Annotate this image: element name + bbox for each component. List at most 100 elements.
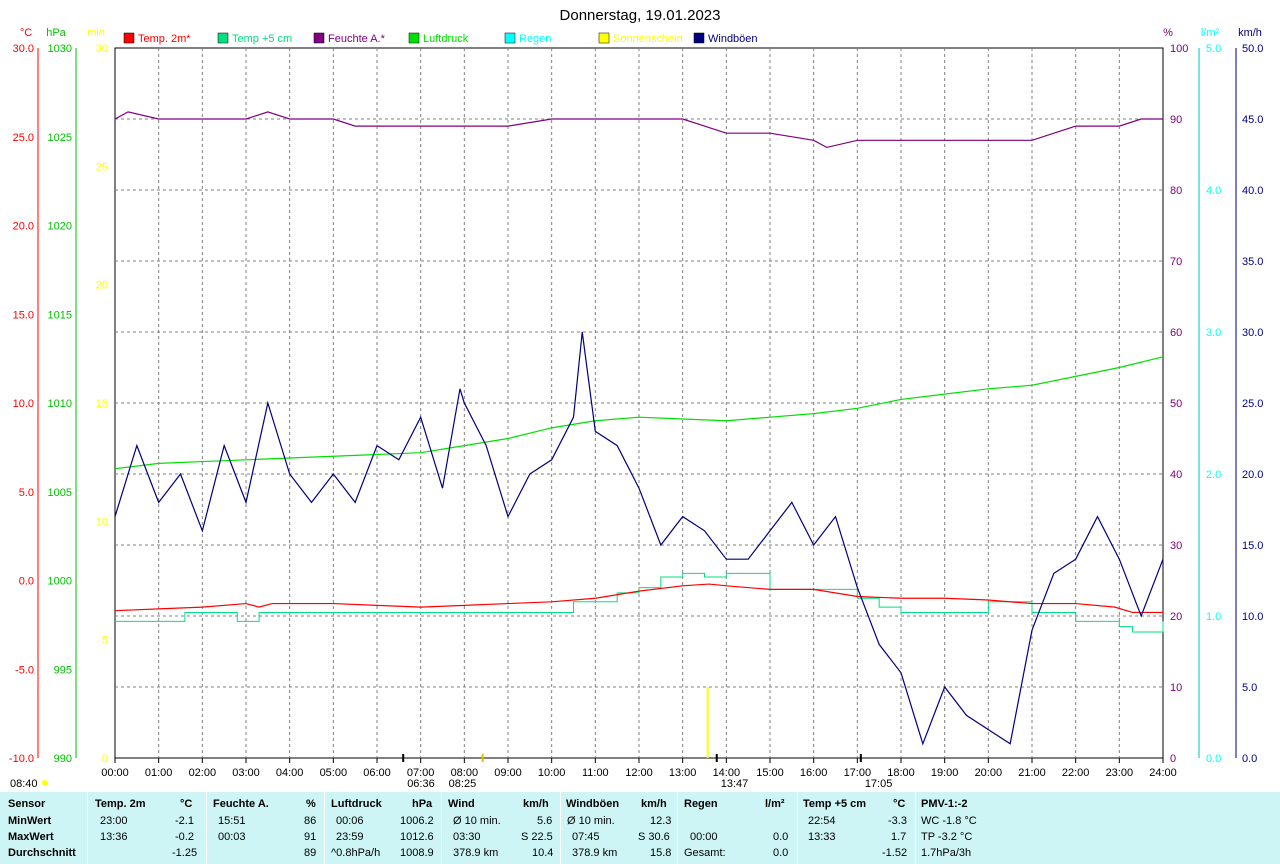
stats-cell: 22:54 [808, 815, 836, 827]
stats-header-t5: Temp +5 cm [803, 798, 867, 810]
stats-row-label: Durchschnitt [8, 847, 76, 859]
wind-tick-label: 30.0 [1242, 327, 1263, 339]
stats-cell: 91 [304, 831, 317, 843]
x-tick-label: 05:00 [320, 767, 348, 779]
legend-swatch [408, 32, 420, 44]
stats-cell: TP -3.2 °C [921, 831, 973, 843]
statistics-table: Sensor Temp. 2m °C Feuchte A. % Luftdruc… [0, 792, 1280, 864]
stats-cell: 12.3 [650, 815, 672, 827]
stats-header-pmv: PMV-1:-2 [921, 798, 968, 810]
stats-header-press-unit: hPa [412, 798, 433, 810]
stats-cell: 1008.9 [400, 847, 434, 859]
legend-swatch [598, 32, 610, 44]
stats-header-sensor: Sensor [8, 798, 46, 810]
rain-tick-label: 3.0 [1206, 327, 1221, 339]
x-tick-label: 09:00 [494, 767, 522, 779]
stats-cell: 23:00 [100, 815, 128, 827]
humidity-tick-label: 80 [1170, 185, 1182, 197]
x-tick-label: 06:00 [363, 767, 391, 779]
temp-tick-label: 5.0 [19, 487, 34, 499]
legend-label: Temp. 2m* [138, 33, 191, 45]
stats-header-hum: Feuchte A. [213, 798, 269, 810]
x-tick-label: 00:00 [101, 767, 129, 779]
x-tick-label: 15:00 [756, 767, 784, 779]
legend-label: Windböen [708, 33, 758, 45]
pressure-tick-label: 995 [54, 664, 72, 676]
humidity-tick-label: 10 [1170, 682, 1182, 694]
x-tick-label: 21:00 [1018, 767, 1046, 779]
temp-tick-label: 0.0 [19, 576, 34, 588]
wind-tick-label: 40.0 [1242, 185, 1263, 197]
legend-swatch [217, 32, 229, 44]
stats-cell: 89 [304, 847, 317, 859]
pressure-tick-label: 1005 [48, 487, 72, 499]
wind-axis-unit: km/h [1238, 27, 1262, 39]
legend-label: Temp +5 cm [232, 33, 292, 45]
x-tick-label: 03:00 [232, 767, 260, 779]
legend-swatch [123, 32, 135, 44]
stats-header-rain-unit: l/m² [765, 798, 785, 810]
stats-cell: 15.8 [650, 847, 672, 859]
wind-tick-label: 25.0 [1242, 398, 1263, 410]
stats-cell: -1.52 [882, 847, 908, 859]
stats-header-temp: Temp. 2m [95, 798, 146, 810]
time-marker-label: 08:25 [449, 778, 477, 790]
stats-cell: -1.25 [172, 847, 198, 859]
stats-cell: -3.3 [888, 815, 907, 827]
humidity-tick-label: 60 [1170, 327, 1182, 339]
stats-cell: -2.1 [175, 815, 194, 827]
stats-cell: 378.9 km [572, 847, 618, 859]
stats-cell: 03:30 [453, 831, 481, 843]
x-tick-label: 10:00 [538, 767, 566, 779]
stats-cell: Ø 10 min. [453, 815, 501, 827]
sunshine-tick-label: 30 [96, 43, 108, 55]
sunshine-tick-label: 15 [96, 398, 108, 410]
wind-tick-label: 50.0 [1242, 43, 1263, 55]
pressure-tick-label: 1010 [48, 398, 72, 410]
sunshine-tick-label: 10 [96, 516, 108, 528]
x-tick-label: 11:00 [582, 767, 609, 779]
stats-cell: 0.0 [773, 831, 789, 843]
stats-cell: 0.0 [773, 847, 789, 859]
pressure-axis-unit: hPa [46, 27, 66, 39]
humidity-tick-label: 90 [1170, 114, 1182, 126]
wind-tick-label: 5.0 [1242, 682, 1257, 694]
stats-cell: 23:59 [336, 831, 364, 843]
stats-cell: 1012.6 [400, 831, 434, 843]
x-tick-label: 12:00 [625, 767, 653, 779]
legend-label: Feuchte A.* [328, 33, 386, 45]
legend-label: Regen [519, 33, 551, 45]
x-tick-label: 19:00 [931, 767, 959, 779]
stats-cell: S 22.5 [521, 831, 553, 843]
time-marker-label: 13:47 [721, 778, 749, 790]
temp-tick-label: 20.0 [13, 221, 34, 233]
sunshine-bar [706, 687, 709, 758]
stats-header-gust-unit: km/h [641, 798, 667, 810]
rain-tick-label: 1.0 [1206, 611, 1221, 623]
x-tick-label: 20:00 [975, 767, 1003, 779]
rain-axis-unit: l/m² [1201, 27, 1220, 39]
stats-header-hum-unit: % [306, 798, 316, 810]
temp-tick-label: 10.0 [13, 398, 34, 410]
wind-tick-label: 0.0 [1242, 753, 1257, 765]
rain-tick-label: 0.0 [1206, 753, 1221, 765]
stats-header-rain: Regen [684, 798, 718, 810]
humidity-tick-label: 100 [1170, 43, 1188, 55]
stats-header-wind-unit: km/h [523, 798, 549, 810]
sunshine-tick-label: 20 [96, 280, 108, 292]
humidity-tick-label: 20 [1170, 611, 1182, 623]
time-marker-label: 08:40 [10, 778, 38, 790]
pressure-tick-label: 1000 [48, 576, 72, 588]
legend: Temp. 2m* Temp +5 cm Feuchte A.* Luftdruck R… [123, 32, 758, 45]
humidity-tick-label: 40 [1170, 469, 1182, 481]
time-marker-label: 17:05 [865, 778, 893, 790]
temp-axis-unit: °C [20, 27, 32, 39]
x-tick-label: 24:00 [1149, 767, 1177, 779]
stats-cell: Gesamt: [684, 847, 726, 859]
pressure-tick-label: 1030 [48, 43, 72, 55]
stats-header-press: Luftdruck [331, 798, 382, 810]
rain-tick-label: 5.0 [1206, 43, 1221, 55]
x-tick-label: 01:00 [145, 767, 173, 779]
wind-tick-label: 45.0 [1242, 114, 1263, 126]
humidity-tick-label: 70 [1170, 256, 1182, 268]
